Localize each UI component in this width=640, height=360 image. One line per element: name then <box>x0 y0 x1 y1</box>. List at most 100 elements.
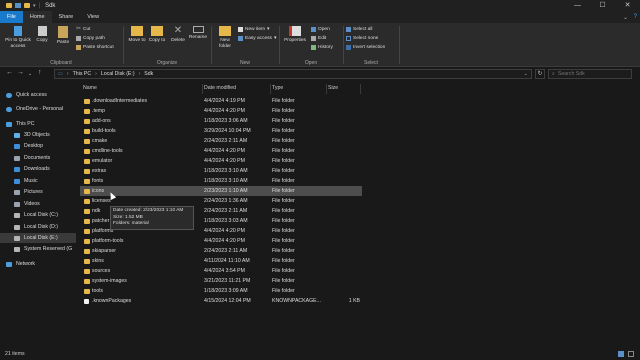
address-bar[interactable]: ▭ › This PC › Local Disk (E:) › Sdk ⌄ <box>54 69 532 79</box>
search-box[interactable]: ⌕ <box>548 69 632 79</box>
folder-icon <box>84 238 90 244</box>
select-none-button[interactable]: Select none <box>346 36 378 41</box>
column-divider[interactable] <box>202 84 203 94</box>
maximize-button[interactable]: ☐ <box>590 0 615 11</box>
sidebar-item-this-pc[interactable]: This PC <box>0 119 76 129</box>
back-arrow-icon[interactable]: ← <box>6 69 13 76</box>
column-header-name[interactable]: Name <box>83 85 97 91</box>
sidebar-item-onedrive[interactable]: OneDrive - Personal <box>0 104 76 114</box>
ribbon: Pin to Quick access Copy Paste ✂ Cut Cop… <box>0 23 640 67</box>
table-row[interactable]: sources 4/4/2024 3:54 PM File folder <box>80 266 362 276</box>
tab-home[interactable]: Home <box>22 11 52 23</box>
minimize-button[interactable]: — <box>565 0 590 11</box>
chevron-right-icon: › <box>66 71 69 77</box>
copy-to-button[interactable]: Copy to <box>146 26 168 44</box>
table-row[interactable]: cmake 2/24/2023 2:11 AM File folder <box>80 136 362 146</box>
cut-button[interactable]: ✂ Cut <box>76 26 90 32</box>
tab-share[interactable]: Share <box>52 11 81 23</box>
table-row[interactable]: .temp 4/4/2024 4:20 PM File folder <box>80 106 362 116</box>
properties-button[interactable]: Properties <box>281 26 309 44</box>
folder-icon <box>84 178 90 184</box>
table-row[interactable]: .downloadIntermediates 4/4/2024 4:19 PM Fi… <box>80 96 362 106</box>
customize-toolbar-icon[interactable]: ▾ <box>33 3 36 9</box>
new-folder-button[interactable]: New folder <box>214 26 236 50</box>
sidebar-item-local-disk-e[interactable]: Local Disk (E:) <box>0 233 76 243</box>
table-row[interactable]: fonts 1/18/2023 3:10 AM File folder <box>80 176 362 186</box>
table-row[interactable]: cmdline-tools 4/4/2024 4:20 PM File folder <box>80 146 362 156</box>
move-to-button[interactable]: Move to <box>126 26 148 44</box>
select-all-button[interactable]: Select all <box>346 27 372 32</box>
column-header-size[interactable]: Size <box>328 85 338 91</box>
history-button[interactable]: History <box>311 45 333 50</box>
column-header-date[interactable]: Date modified <box>204 85 236 91</box>
breadcrumb-sdk[interactable]: Sdk <box>144 71 153 77</box>
forward-arrow-icon[interactable]: → <box>17 69 24 76</box>
drive-icon <box>14 224 20 230</box>
new-item-button[interactable]: New item ▾ <box>238 27 269 32</box>
close-button[interactable]: ✕ <box>615 0 640 11</box>
quick-access-toolbar: ▾ | <box>0 0 40 11</box>
table-row[interactable]: build-tools 3/29/2024 10:04 PM File folder <box>80 126 362 136</box>
folder-icon <box>84 108 90 114</box>
up-arrow-icon[interactable]: ↑ <box>38 69 42 76</box>
table-row[interactable]: skiaparser 2/24/2023 2:11 AM File folder <box>80 246 362 256</box>
tab-view[interactable]: View <box>80 11 106 23</box>
folder-icon <box>84 208 90 214</box>
address-dropdown-icon[interactable]: ⌄ <box>524 71 528 77</box>
delete-button[interactable]: ✕ Delete <box>167 26 189 44</box>
table-row[interactable]: tools 1/18/2023 3:09 AM File folder <box>80 286 362 296</box>
table-row[interactable]: extras 1/18/2023 3:10 AM File folder <box>80 166 362 176</box>
rename-button[interactable]: Rename <box>187 26 209 41</box>
sidebar-item-3d-objects[interactable]: 3D Objects <box>0 130 76 140</box>
recent-locations-icon[interactable]: ⌄ <box>28 71 32 77</box>
sidebar-item-music[interactable]: Music <box>0 176 76 186</box>
paste-button[interactable]: Paste <box>52 26 74 46</box>
table-row[interactable]: .knownPackages 4/15/2024 12:04 PM KNOWNPAC… <box>80 296 362 306</box>
new-folder-icon[interactable] <box>24 3 30 8</box>
tab-file[interactable]: File <box>0 11 23 23</box>
sidebar-item-videos[interactable]: Videos <box>0 199 76 209</box>
edit-button[interactable]: Edit <box>311 36 326 41</box>
new-label: New <box>239 60 250 66</box>
sidebar-item-local-disk-d[interactable]: Local Disk (D:) <box>0 222 76 232</box>
table-row[interactable]: platform-tools 4/4/2024 4:20 PM File folde… <box>80 236 362 246</box>
copy-button[interactable]: Copy <box>32 26 52 44</box>
title-bar: ▾ | Sdk — ☐ ✕ <box>0 0 640 11</box>
sidebar-item-quick-access[interactable]: Quick access <box>0 90 76 100</box>
sidebar-item-pictures[interactable]: Pictures <box>0 187 76 197</box>
breadcrumb-local-disk-e[interactable]: Local Disk (E:) <box>101 71 135 77</box>
sidebar-item-documents[interactable]: Documents <box>0 153 76 163</box>
easy-access-button[interactable]: Easy access ▾ <box>238 36 276 41</box>
column-divider[interactable] <box>326 84 327 94</box>
table-row[interactable]: icons 2/23/2023 1:10 AM File folder <box>80 186 362 196</box>
invert-selection-button[interactable]: Invert selection <box>346 45 385 50</box>
properties-icon[interactable] <box>15 3 21 8</box>
open-button[interactable]: Open <box>311 27 330 32</box>
scissors-icon: ✂ <box>76 26 82 32</box>
column-divider[interactable] <box>360 84 361 94</box>
sidebar-item-desktop[interactable]: Desktop <box>0 141 76 151</box>
search-input[interactable] <box>557 71 628 77</box>
this-pc-icon: ▭ <box>58 71 63 77</box>
breadcrumb-this-pc[interactable]: This PC <box>73 71 91 77</box>
sidebar-item-downloads[interactable]: Downloads <box>0 164 76 174</box>
large-icons-view-icon[interactable] <box>628 351 634 357</box>
pin-quick-access-button[interactable]: Pin to Quick access <box>2 26 34 50</box>
open-icon <box>311 27 316 32</box>
details-view-icon[interactable] <box>618 351 624 357</box>
table-row[interactable]: system-images 3/21/2023 11:21 PM File fold… <box>80 276 362 286</box>
refresh-button[interactable]: ↻ <box>535 69 545 79</box>
column-header-type[interactable]: Type <box>272 85 283 91</box>
help-icon[interactable]: ? <box>634 14 637 20</box>
expand-ribbon-icon[interactable]: ⌄ <box>623 14 628 21</box>
paste-shortcut-button[interactable]: Paste shortcut <box>76 45 114 50</box>
sidebar-item-local-disk-c[interactable]: Local Disk (C:) <box>0 210 76 220</box>
table-row[interactable]: licenses 2/24/2023 1:36 AM File folder <box>80 196 362 206</box>
table-row[interactable]: emulator 4/4/2024 4:20 PM File folder <box>80 156 362 166</box>
sidebar-item-network[interactable]: Network <box>0 259 76 269</box>
column-divider[interactable] <box>270 84 271 94</box>
copy-path-button[interactable]: Copy path <box>76 36 105 41</box>
table-row[interactable]: skins 4/11/2024 11:10 AM File folder <box>80 256 362 266</box>
sidebar-item-system-reserved[interactable]: System Reserved (G <box>0 244 76 254</box>
table-row[interactable]: add-ons 1/18/2023 3:06 AM File folder <box>80 116 362 126</box>
